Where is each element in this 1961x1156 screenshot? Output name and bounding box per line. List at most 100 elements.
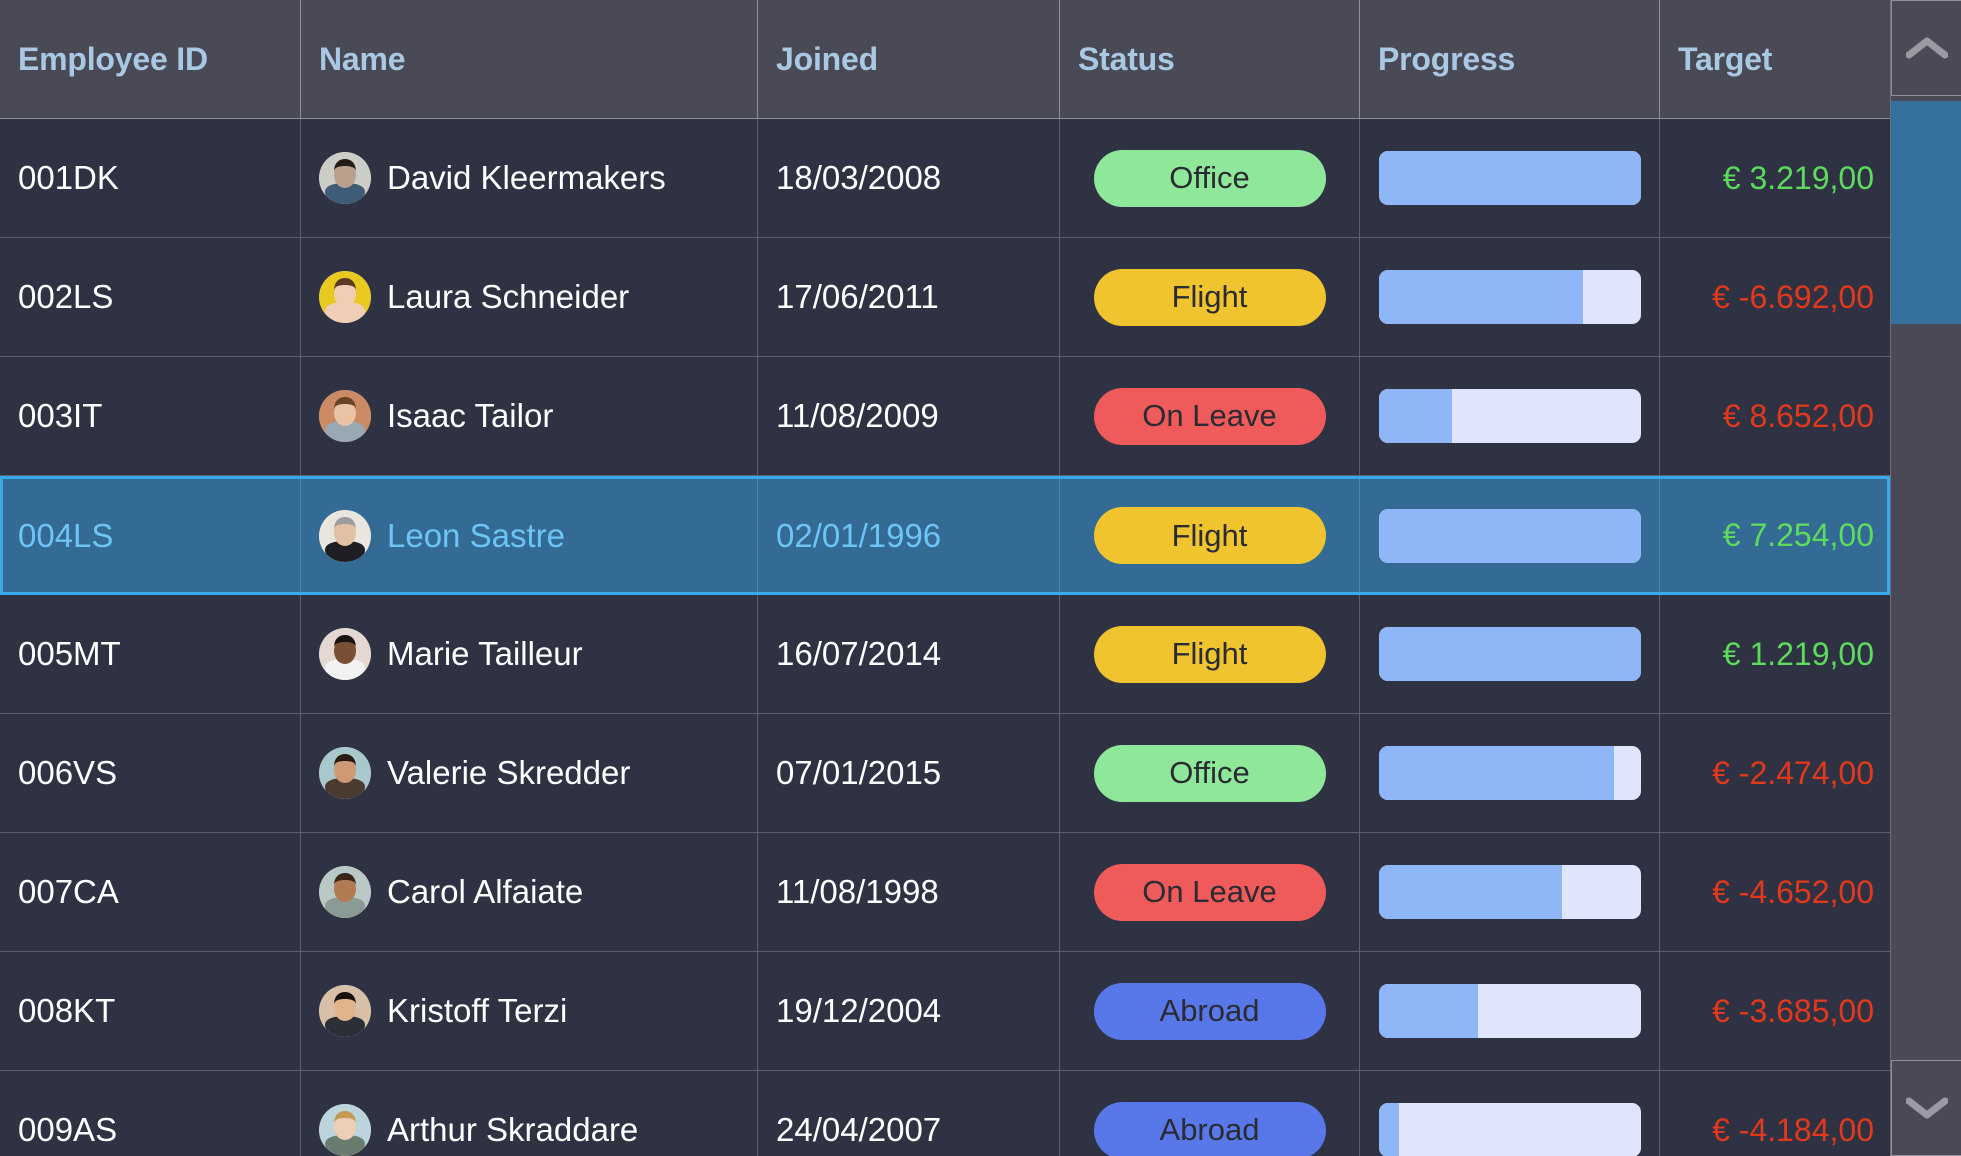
cell-joined: 24/04/2007 (758, 1071, 1060, 1156)
avatar (319, 152, 371, 204)
vertical-scrollbar[interactable] (1890, 0, 1961, 1156)
cell-status: Abroad (1060, 952, 1360, 1070)
cell-status: Office (1060, 714, 1360, 832)
column-header-target[interactable]: Target (1660, 0, 1890, 118)
cell-employee-id: 004LS (0, 479, 301, 592)
status-badge[interactable]: Office (1094, 150, 1326, 207)
cell-target: € -6.692,00 (1660, 238, 1890, 356)
cell-joined: 11/08/1998 (758, 833, 1060, 951)
cell-progress (1360, 357, 1660, 475)
cell-target: € -4.184,00 (1660, 1071, 1890, 1156)
table-row[interactable]: 003IT Isaac Tailor 11/08/2009 On Leave € 8.6… (0, 357, 1890, 476)
cell-joined: 07/01/2015 (758, 714, 1060, 832)
cell-name: David Kleermakers (301, 119, 758, 237)
scroll-up-button[interactable] (1891, 0, 1961, 96)
cell-employee-id: 003IT (0, 357, 301, 475)
status-badge[interactable]: On Leave (1094, 864, 1326, 921)
target-value: € -4.652,00 (1712, 874, 1874, 911)
avatar (319, 985, 371, 1037)
cell-target: € 8.652,00 (1660, 357, 1890, 475)
status-badge[interactable]: Flight (1094, 269, 1326, 326)
employee-name-label: Isaac Tailor (387, 397, 553, 435)
progress-bar-fill (1379, 270, 1583, 324)
cell-progress (1360, 714, 1660, 832)
target-value: € -3.685,00 (1712, 993, 1874, 1030)
status-badge[interactable]: Flight (1094, 626, 1326, 683)
progress-bar-fill (1379, 984, 1479, 1038)
cell-employee-id: 007CA (0, 833, 301, 951)
cell-name: Kristoff Terzi (301, 952, 758, 1070)
avatar (319, 628, 371, 680)
cell-progress (1360, 119, 1660, 237)
cell-target: € 3.219,00 (1660, 119, 1890, 237)
employee-name-label: Arthur Skraddare (387, 1111, 638, 1149)
target-value: € -6.692,00 (1712, 279, 1874, 316)
cell-name: Isaac Tailor (301, 357, 758, 475)
cell-progress (1360, 238, 1660, 356)
scroll-down-button[interactable] (1891, 1060, 1961, 1156)
cell-status: Flight (1060, 595, 1360, 713)
cell-name: Laura Schneider (301, 238, 758, 356)
cell-employee-id: 002LS (0, 238, 301, 356)
column-header-employee-id[interactable]: Employee ID (0, 0, 301, 118)
progress-bar (1379, 151, 1641, 205)
cell-target: € 1.219,00 (1660, 595, 1890, 713)
table-row[interactable]: 009ASArthur Skraddare24/04/2007Abroad€ -… (0, 1071, 1890, 1156)
progress-bar (1379, 1103, 1641, 1156)
status-badge[interactable]: Flight (1094, 507, 1326, 564)
status-badge[interactable]: On Leave (1094, 388, 1326, 445)
table-row[interactable]: 008KTKristoff Terzi19/12/2004 Abroad € -3.… (0, 952, 1890, 1071)
cell-joined: 19/12/2004 (758, 952, 1060, 1070)
avatar (319, 747, 371, 799)
cell-joined: 18/03/2008 (758, 119, 1060, 237)
employee-name-label: Leon Sastre (387, 517, 565, 555)
cell-employee-id: 006VS (0, 714, 301, 832)
progress-bar-fill (1379, 627, 1641, 681)
employee-name-label: David Kleermakers (387, 159, 666, 197)
cell-joined: 11/08/2009 (758, 357, 1060, 475)
cell-status: Flight (1060, 479, 1360, 592)
scrollbar-track[interactable] (1891, 97, 1961, 1060)
avatar (319, 271, 371, 323)
progress-bar (1379, 509, 1641, 563)
progress-bar-fill (1379, 865, 1562, 919)
cell-joined: 16/07/2014 (758, 595, 1060, 713)
target-value: € 8.652,00 (1723, 398, 1874, 435)
table-row[interactable]: 002LSLaura Schneider17/06/2011 Flight € -6… (0, 238, 1890, 357)
progress-bar (1379, 270, 1641, 324)
column-header-status[interactable]: Status (1060, 0, 1360, 118)
cell-employee-id: 008KT (0, 952, 301, 1070)
cell-progress (1360, 952, 1660, 1070)
cell-status: On Leave (1060, 357, 1360, 475)
cell-progress (1360, 1071, 1660, 1156)
status-badge[interactable]: Abroad (1094, 1102, 1326, 1156)
table-row[interactable]: 007CACarol Alfaiate11/08/1998 On Leave € -… (0, 833, 1890, 952)
table-row[interactable]: 006VS Valerie Skredder 07/01/2015 Office € -… (0, 714, 1890, 833)
status-badge[interactable]: Office (1094, 745, 1326, 802)
avatar (319, 1104, 371, 1156)
cell-name: Carol Alfaiate (301, 833, 758, 951)
table-row[interactable]: 001DKDavid Kleermakers18/03/2008Office€ … (0, 119, 1890, 238)
cell-joined: 17/06/2011 (758, 238, 1060, 356)
cell-progress (1360, 595, 1660, 713)
cell-target: € 7.254,00 (1660, 479, 1890, 592)
column-header-progress[interactable]: Progress (1360, 0, 1660, 118)
target-value: € 1.219,00 (1723, 636, 1874, 673)
cell-employee-id: 005MT (0, 595, 301, 713)
avatar (319, 510, 371, 562)
cell-status: Office (1060, 119, 1360, 237)
cell-status: Flight (1060, 238, 1360, 356)
column-header-name[interactable]: Name (301, 0, 758, 118)
cell-target: € -2.474,00 (1660, 714, 1890, 832)
status-badge[interactable]: Abroad (1094, 983, 1326, 1040)
table-row[interactable]: 004LSLeon Sastre02/01/1996Flight€ 7.254,… (0, 476, 1890, 595)
table-row[interactable]: 005MTMarie Tailleur16/07/2014Flight€ 1.2… (0, 595, 1890, 714)
employee-name-label: Valerie Skredder (387, 754, 630, 792)
column-header-joined[interactable]: Joined (758, 0, 1060, 118)
cell-target: € -4.652,00 (1660, 833, 1890, 951)
target-value: € 7.254,00 (1723, 517, 1874, 554)
cell-target: € -3.685,00 (1660, 952, 1890, 1070)
grid-viewport: Employee IDNameJoinedStatusProgressTarge… (0, 0, 1890, 1156)
scrollbar-thumb[interactable] (1891, 101, 1961, 324)
target-value: € -2.474,00 (1712, 755, 1874, 792)
